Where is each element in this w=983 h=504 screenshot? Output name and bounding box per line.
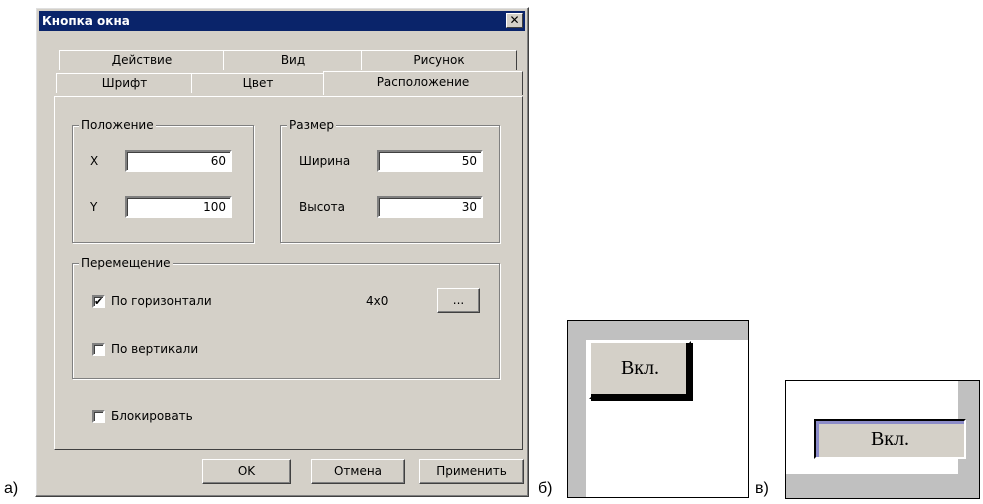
step-value: 4x0 bbox=[366, 294, 389, 308]
tab-picture-label: Рисунок bbox=[413, 53, 465, 67]
y-label: Y bbox=[90, 200, 98, 214]
vertical-label: По вертикали bbox=[111, 342, 199, 356]
button-properties-dialog: Кнопка окна ✕ Действие Вид Рисунок Шрифт… bbox=[35, 7, 529, 497]
size-group: Размер Ширина 50 Высота 30 bbox=[280, 118, 500, 243]
tab-placement-label: Расположение bbox=[376, 75, 470, 89]
tab-font[interactable]: Шрифт bbox=[56, 73, 193, 93]
caption-a: а) bbox=[4, 480, 19, 497]
tab-color[interactable]: Цвет bbox=[191, 73, 325, 93]
x-field[interactable]: 60 bbox=[125, 150, 232, 172]
close-icon: ✕ bbox=[509, 13, 520, 27]
preview-b-button[interactable]: Вкл. bbox=[589, 341, 691, 399]
browse-button[interactable]: ... bbox=[437, 288, 480, 313]
preview-c: Вкл. bbox=[785, 380, 980, 499]
position-legend: Положение bbox=[79, 118, 156, 132]
cancel-button[interactable]: Отмена bbox=[311, 459, 405, 484]
movement-legend: Перемещение bbox=[79, 256, 173, 270]
movement-group: Перемещение ✔ По горизонтали 4x0 ... По … bbox=[72, 256, 500, 379]
apply-button[interactable]: Применить bbox=[419, 459, 524, 484]
ok-button[interactable]: OK bbox=[202, 459, 291, 484]
preview-c-button-label: Вкл. bbox=[870, 428, 910, 450]
tab-picture[interactable]: Рисунок bbox=[361, 50, 517, 70]
tab-view[interactable]: Вид bbox=[223, 50, 363, 70]
tab-placement[interactable]: Расположение bbox=[323, 71, 523, 95]
height-label: Высота bbox=[299, 200, 345, 214]
preview-c-button[interactable]: Вкл. bbox=[814, 419, 966, 459]
tab-action-label: Действие bbox=[111, 53, 173, 67]
placement-panel: Положение X 60 Y 100 Размер Ширина 50 Вы… bbox=[54, 96, 523, 450]
height-field[interactable]: 30 bbox=[377, 196, 483, 218]
lock-checkbox[interactable] bbox=[92, 410, 105, 423]
x-label: X bbox=[90, 154, 99, 168]
preview-b-button-label: Вкл. bbox=[620, 357, 660, 379]
lock-label: Блокировать bbox=[111, 409, 193, 423]
tab-view-label: Вид bbox=[280, 53, 306, 67]
check-icon: ✔ bbox=[94, 295, 104, 308]
width-field[interactable]: 50 bbox=[377, 150, 483, 172]
dialog-title: Кнопка окна bbox=[42, 14, 130, 28]
position-group: Положение X 60 Y 100 bbox=[72, 118, 254, 243]
preview-b: Вкл. bbox=[567, 320, 749, 498]
caption-c: в) bbox=[755, 480, 769, 497]
horizontal-label: По горизонтали bbox=[111, 294, 212, 308]
size-legend: Размер bbox=[287, 118, 337, 132]
width-label: Ширина bbox=[299, 154, 351, 168]
tab-font-label: Шрифт bbox=[101, 76, 148, 90]
tab-action[interactable]: Действие bbox=[59, 50, 225, 70]
caption-b: б) bbox=[538, 480, 553, 497]
title-bar[interactable]: Кнопка окна ✕ bbox=[39, 11, 525, 31]
tab-color-label: Цвет bbox=[242, 76, 274, 90]
vertical-checkbox[interactable] bbox=[92, 343, 105, 356]
y-field[interactable]: 100 bbox=[125, 196, 232, 218]
close-button[interactable]: ✕ bbox=[506, 13, 523, 28]
horizontal-checkbox[interactable]: ✔ bbox=[92, 295, 105, 308]
